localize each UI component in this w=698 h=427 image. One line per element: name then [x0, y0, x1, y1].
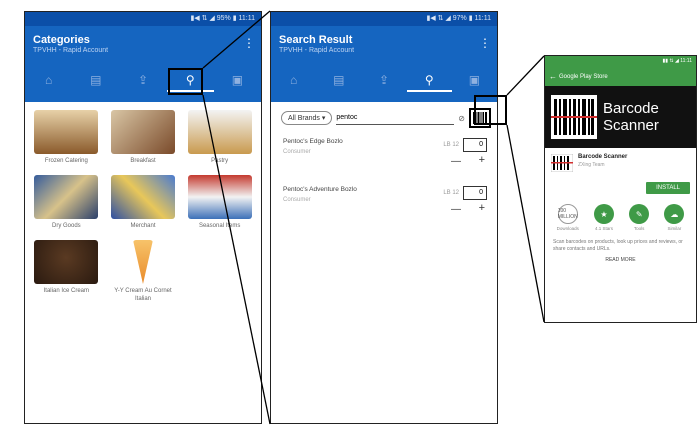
connector-lines — [202, 10, 545, 425]
